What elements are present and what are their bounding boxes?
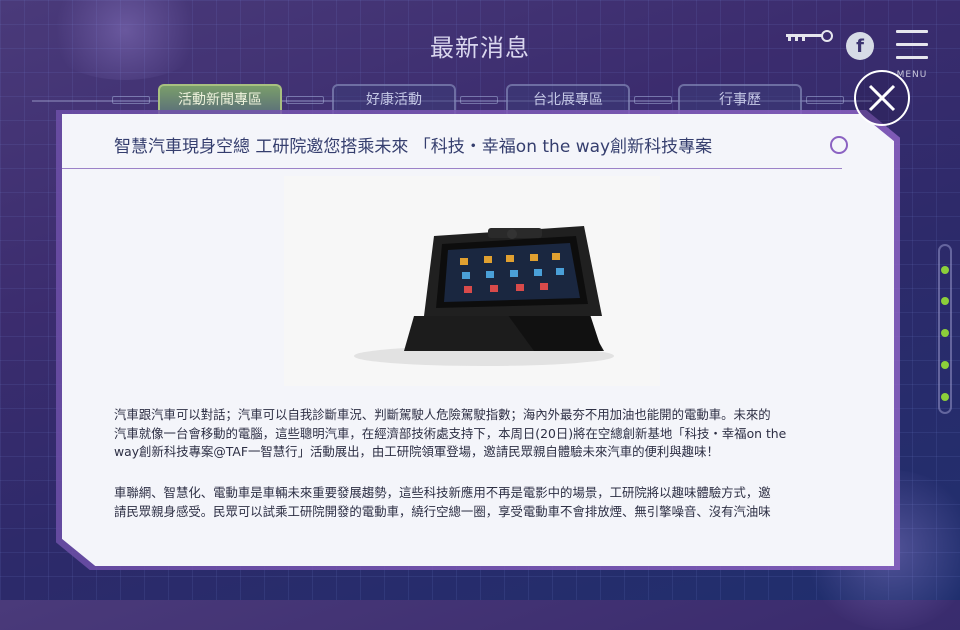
- article-paragraph: 汽車跟汽車可以對話；汽車可以自我診斷車況、判斷駕駛人危險駕駛指數；海內外最夯不用…: [114, 406, 844, 462]
- paragraph-line: 車聯網、智慧化、電動車是車輛未來重要發展趨勢，這些科技新應用不再是電影中的場景，…: [114, 485, 771, 500]
- tab-news[interactable]: 活動新聞專區: [158, 84, 282, 114]
- paragraph-line: 請民眾親身感受。民眾可以試乘工研院開發的電動車，繞行空總一圈，享受電動車不會排放…: [114, 503, 771, 519]
- tab-connector: [460, 96, 498, 104]
- scroll-indicator-dot[interactable]: [941, 329, 949, 337]
- tablet-kiosk-illustration: [354, 226, 614, 366]
- tab-connector: [806, 96, 844, 104]
- tab-connector: [112, 96, 150, 104]
- paragraph-line: 汽車就像一台會移動的電腦，這些聰明汽車，在經濟部技術處支持下，本周日(20日)將…: [114, 425, 787, 441]
- scroll-indicator-dot[interactable]: [941, 266, 949, 274]
- article-image: [284, 176, 660, 386]
- article-title: 智慧汽車現身空總 工研院邀您搭乘未來 「科技・幸福on the way創新科技專…: [114, 137, 713, 157]
- tab-calendar[interactable]: 行事歷: [678, 84, 802, 114]
- paragraph-line: 汽車跟汽車可以對話；汽車可以自我診斷車況、判斷駕駛人危險駕駛指數；海內外最夯不用…: [114, 407, 771, 422]
- facebook-icon[interactable]: f: [846, 32, 874, 60]
- tab-connector: [634, 96, 672, 104]
- decorative-knob: [830, 136, 848, 154]
- title-divider: [62, 168, 842, 169]
- menu-button[interactable]: MENU: [894, 30, 930, 82]
- scroll-indicator-dot[interactable]: [941, 361, 949, 369]
- paragraph-line: way創新科技專案@TAF一智慧行」活動展出，由工研院領軍登場，邀請民眾親自體驗…: [114, 444, 719, 459]
- scroll-indicator-dot[interactable]: [941, 393, 949, 401]
- tab-connector: [286, 96, 324, 104]
- key-icon[interactable]: [786, 30, 834, 44]
- scroll-indicator-dot[interactable]: [941, 297, 949, 305]
- article-paragraph: 車聯網、智慧化、電動車是車輛未來重要發展趨勢，這些科技新應用不再是電影中的場景，…: [114, 484, 844, 521]
- close-icon: [868, 84, 896, 112]
- close-button[interactable]: [854, 70, 910, 126]
- tab-promotions[interactable]: 好康活動: [332, 84, 456, 114]
- tab-taipei-expo[interactable]: 台北展專區: [506, 84, 630, 114]
